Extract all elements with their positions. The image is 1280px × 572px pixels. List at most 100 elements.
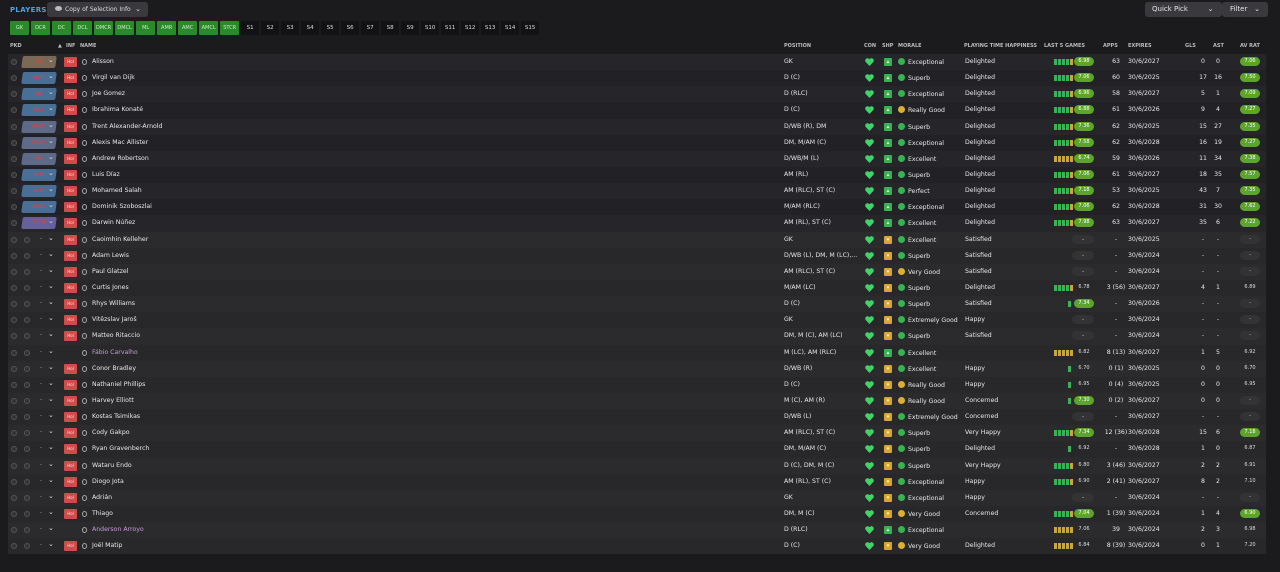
table-row[interactable]: AMC ⌄ Hol Mohamed Salah AM (RLC), ST (C) ▴ Per… <box>8 183 1266 200</box>
player-name[interactable]: Anderson Arroyo <box>92 526 144 533</box>
selection-slot-empty[interactable]: - <box>40 283 42 290</box>
pick-radio[interactable] <box>11 365 17 372</box>
pick-radio[interactable] <box>11 527 17 534</box>
col-inf[interactable]: INF <box>66 43 75 49</box>
selection-slot-empty[interactable]: - <box>40 396 42 403</box>
pick-radio[interactable] <box>11 123 17 130</box>
player-name[interactable]: Trent Alexander-Arnold <box>92 123 162 130</box>
table-row[interactable]: - ⌄ Hol Cody Gakpo AM (RLC), ST (C) ▾ Superb Ve… <box>8 425 1266 442</box>
position-button-amcl[interactable]: AMCL <box>199 21 219 35</box>
pick-radio[interactable] <box>11 430 17 437</box>
table-row[interactable]: - ⌄ Hol Caoimhin Kelleher GK ▾ Excellent Satisf… <box>8 231 1266 248</box>
selection-slot-empty[interactable]: - <box>40 412 42 419</box>
quick-pick-dropdown[interactable]: ⌄ <box>1199 2 1222 17</box>
chevron-down-icon[interactable]: ⌄ <box>48 298 54 306</box>
sub-button-s11[interactable]: S11 <box>441 21 460 35</box>
player-name[interactable]: Diogo Jota <box>92 478 124 485</box>
table-row[interactable]: - ⌄ Hol Curtis Jones M/AM (LC) ▾ Superb Delight… <box>8 279 1266 297</box>
pick-radio[interactable] <box>24 284 30 291</box>
selection-slot-empty[interactable]: - <box>40 541 42 548</box>
player-name[interactable]: Cody Gakpo <box>92 429 130 436</box>
selection-slot-empty[interactable]: - <box>40 251 42 258</box>
pick-radio[interactable] <box>11 543 17 550</box>
chevron-down-icon[interactable]: ⌄ <box>48 153 54 161</box>
chevron-down-icon[interactable]: ⌄ <box>48 460 54 468</box>
selection-slot-empty[interactable]: - <box>40 509 42 516</box>
chevron-down-icon[interactable]: ⌄ <box>48 492 54 500</box>
position-button-dcl[interactable]: DCL <box>73 21 92 35</box>
pick-radio[interactable] <box>24 446 30 453</box>
sub-button-s8[interactable]: S8 <box>381 21 400 35</box>
pick-radio[interactable] <box>11 155 17 162</box>
selection-slot-empty[interactable]: - <box>40 348 42 355</box>
pick-radio[interactable] <box>11 510 17 517</box>
player-name[interactable]: Fábio Carvalho <box>92 349 138 356</box>
pick-radio[interactable] <box>24 268 30 275</box>
col-name[interactable]: NAME <box>80 43 96 49</box>
chevron-down-icon[interactable]: ⌄ <box>48 363 54 371</box>
pick-radio[interactable] <box>11 414 17 421</box>
player-name[interactable]: Vitězslav Jaroš <box>92 316 137 323</box>
col-av-rat[interactable]: AV RAT <box>1240 43 1260 49</box>
position-button-amc[interactable]: AMC <box>178 21 198 35</box>
table-row[interactable]: - ⌄ Fábio Carvalho M (LC), AM (RLC) ▴ Excelle… <box>8 344 1266 361</box>
sub-button-s13[interactable]: S13 <box>481 21 500 35</box>
player-name[interactable]: Darwin Núñez <box>92 219 135 226</box>
col-ast[interactable]: AST <box>1213 43 1224 49</box>
col-shp[interactable]: SHP <box>882 43 893 49</box>
selection-slot-empty[interactable]: - <box>40 315 42 322</box>
table-row[interactable]: ML ⌄ Hol Andrew Robertson D/WB/M (L) ▴ Excelle… <box>8 150 1266 167</box>
chevron-down-icon[interactable]: ⌄ <box>48 169 54 177</box>
pick-radio[interactable] <box>11 220 17 227</box>
selection-slot-empty[interactable]: - <box>40 444 42 451</box>
chevron-down-icon[interactable]: ⌄ <box>48 443 54 451</box>
table-row[interactable]: - ⌄ Hol Matteo Ritaccio DM, M (C), AM (LC) ▾ S… <box>8 328 1266 345</box>
pick-radio[interactable] <box>24 527 30 534</box>
chevron-down-icon[interactable]: ⌄ <box>48 234 54 242</box>
table-row[interactable]: - ⌄ Hol Adrián GK ▾ Exceptional Happy - -30/6/202… <box>8 489 1266 506</box>
sub-button-s7[interactable]: S7 <box>361 21 380 35</box>
pick-radio[interactable] <box>24 349 30 356</box>
selection-slot-empty[interactable]: - <box>40 461 42 468</box>
chevron-down-icon[interactable]: ⌄ <box>48 540 54 548</box>
col-playing-time-happiness[interactable]: PLAYING TIME HAPPINESS <box>964 43 1037 49</box>
chevron-down-icon[interactable]: ⌄ <box>48 185 54 193</box>
pick-radio[interactable] <box>11 478 17 485</box>
player-name[interactable]: Caoimhin Kelleher <box>92 236 148 243</box>
selection-slot-empty[interactable]: - <box>40 428 42 435</box>
chevron-down-icon[interactable]: ⌄ <box>48 314 54 322</box>
player-name[interactable]: Kostas Tsimikas <box>92 413 140 420</box>
sub-button-s15[interactable]: S15 <box>521 21 540 35</box>
pick-radio[interactable] <box>24 430 30 437</box>
pick-radio[interactable] <box>11 333 17 340</box>
player-name[interactable]: Matteo Ritaccio <box>92 332 140 339</box>
table-row[interactable]: - ⌄ Hol Paul Glatzel AM (RLC), ST (C) ▾ Very G… <box>8 263 1266 280</box>
chevron-down-icon[interactable]: ⌄ <box>48 330 54 338</box>
table-row[interactable]: - ⌄ Hol Nathaniel Phillips D (C) ▾ Really Good… <box>8 376 1266 393</box>
chevron-down-icon[interactable]: ⌄ <box>48 250 54 258</box>
pick-radio[interactable] <box>11 75 17 82</box>
table-row[interactable]: STCR ⌄ Hol Darwin Núñez AM (RL), ST (C) ▴ Exce… <box>8 215 1266 232</box>
sub-button-s2[interactable]: S2 <box>261 21 280 35</box>
sub-button-s10[interactable]: S10 <box>421 21 440 35</box>
view-selector-button[interactable]: Copy of Selection Info ⌄ <box>47 2 148 17</box>
pick-radio[interactable] <box>11 268 17 275</box>
selection-slot-empty[interactable]: - <box>40 299 42 306</box>
selection-slot-empty[interactable]: - <box>40 477 42 484</box>
chevron-down-icon[interactable]: ⌄ <box>48 56 54 64</box>
chevron-down-icon[interactable]: ⌄ <box>48 121 54 129</box>
player-name[interactable]: Luis Díaz <box>92 171 120 178</box>
sub-button-s3[interactable]: S3 <box>281 21 300 35</box>
sub-button-s1[interactable]: S1 <box>241 21 260 35</box>
pick-radio[interactable] <box>11 446 17 453</box>
table-row[interactable]: - ⌄ Hol Adam Lewis D/WB (L), DM, M (LC),... ▾… <box>8 247 1266 264</box>
player-name[interactable]: Conor Bradley <box>92 365 136 372</box>
pick-radio[interactable] <box>24 462 30 469</box>
pick-radio[interactable] <box>11 171 17 178</box>
position-button-amr[interactable]: AMR <box>157 21 177 35</box>
player-name[interactable]: Andrew Robertson <box>92 155 149 162</box>
selection-slot-empty[interactable]: - <box>40 331 42 338</box>
pick-radio[interactable] <box>11 139 17 146</box>
player-name[interactable]: Harvey Elliott <box>92 397 134 404</box>
pick-radio[interactable] <box>24 381 30 388</box>
